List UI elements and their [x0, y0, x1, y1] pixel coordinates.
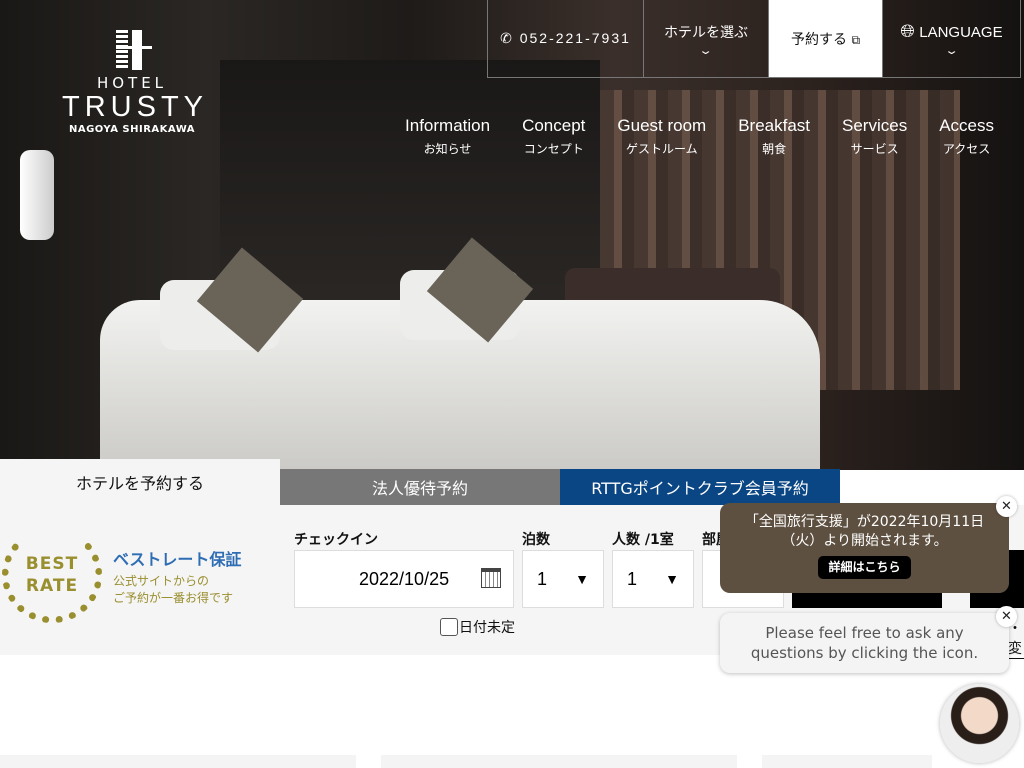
tab-member-booking[interactable]: RTTGポイントクラブ会員予約: [560, 469, 840, 505]
checkin-value: 2022/10/25: [359, 568, 450, 589]
top-bar: ✆ 052-221-7931 ホテルを選ぶ ⌄ 予約する ⧉ 🌐︎ LANGUAG…: [487, 0, 1021, 78]
tab-hotel-booking[interactable]: ホテルを予約する: [0, 459, 280, 505]
nav-information[interactable]: Information お知らせ: [405, 116, 490, 157]
hotel-logo[interactable]: HOTEL TRUSTY NAGOYA SHIRAKAWA: [62, 30, 208, 135]
nav-label: Services: [842, 116, 908, 135]
checkin-input[interactable]: 2022/10/25: [294, 550, 514, 608]
nights-label: 泊数: [522, 532, 550, 548]
nav-access[interactable]: Access アクセス: [939, 116, 994, 157]
chat-prompt: Please feel free to ask any questions by…: [720, 613, 1009, 673]
content-card: [381, 755, 737, 768]
hotel-select-label: ホテルを選ぶ: [664, 24, 748, 41]
nav-guest-room[interactable]: Guest room ゲストルーム: [617, 116, 706, 157]
content-card: [0, 755, 356, 768]
nav-label: Breakfast: [738, 116, 811, 135]
chat-avatar-button[interactable]: [940, 684, 1019, 763]
nav-label: Access: [939, 116, 994, 135]
travel-support-notice: 「全国旅行支援」が2022年10月11日 （火）より開始されます。 詳細はこちら: [720, 503, 1009, 593]
guests-label: 人数 /1室: [612, 532, 674, 548]
nav-sublabel: サービス: [850, 142, 899, 156]
best-rate-subtitle: 公式サイトからの ご予約が一番お得です: [113, 574, 234, 605]
tab-corporate-booking[interactable]: 法人優待予約: [280, 469, 560, 505]
chat-prompt-text: Please feel free to ask any: [765, 624, 964, 642]
external-link-icon: ⧉: [851, 32, 861, 47]
logo-mark-icon: [112, 30, 152, 70]
notice-details-button[interactable]: 詳細はこちら: [818, 556, 911, 579]
nav-sublabel: アクセス: [942, 142, 991, 156]
wall-lamp: [20, 150, 54, 240]
close-icon[interactable]: ✕: [996, 606, 1017, 627]
reserve-button[interactable]: 予約する ⧉: [769, 0, 883, 77]
reserve-label: 予約する: [790, 31, 847, 48]
language-button[interactable]: 🌐︎ LANGUAGE ⌄: [883, 0, 1020, 77]
nav-label: Concept: [522, 116, 586, 135]
close-icon[interactable]: ✕: [996, 496, 1017, 517]
main-nav: Information お知らせ Concept コンセプト Guest room ゲ…: [405, 116, 994, 157]
nights-select[interactable]: 1 ▼: [522, 550, 604, 608]
globe-icon: 🌐︎: [900, 21, 915, 42]
phone-link[interactable]: ✆ 052-221-7931: [488, 0, 644, 77]
checkbox-icon[interactable]: [440, 618, 458, 636]
guests-value: 1: [627, 568, 638, 589]
checkin-label: チェックイン: [294, 532, 378, 548]
phone-icon: ✆: [500, 30, 514, 46]
notice-text: （火）より開始されます。: [781, 533, 948, 549]
nav-concept[interactable]: Concept コンセプト: [522, 116, 585, 157]
nav-sublabel: コンセプト: [523, 142, 584, 156]
nav-sublabel: ゲストルーム: [625, 142, 698, 156]
date-undecided-checkbox[interactable]: 日付未定: [440, 617, 515, 637]
logo-hotel: HOTEL: [96, 74, 168, 92]
best-rate-title: ベストレート保証: [113, 550, 242, 569]
guests-select[interactable]: 1 ▼: [612, 550, 694, 608]
nav-label: Guest room: [617, 116, 707, 135]
chevron-down-icon: ⌄: [944, 44, 959, 57]
chevron-down-icon: ⌄: [698, 43, 714, 57]
language-label: LANGUAGE: [919, 24, 1003, 41]
logo-location: NAGOYA SHIRAKAWA: [68, 124, 196, 135]
notice-text: 「全国旅行支援」が2022年10月11日: [744, 514, 985, 530]
nav-sublabel: お知らせ: [423, 142, 472, 156]
nav-services[interactable]: Services サービス: [842, 116, 907, 157]
hotel-select-button[interactable]: ホテルを選ぶ ⌄: [644, 0, 769, 77]
best-rate-badge-icon: BEST RATE: [2, 527, 102, 623]
content-card: [762, 755, 932, 768]
dropdown-arrow-icon: ▼: [575, 571, 589, 587]
nights-value: 1: [537, 568, 548, 589]
chat-prompt-text: questions by clicking the icon.: [750, 644, 979, 662]
date-undecided-label: 日付未定: [459, 620, 515, 636]
phone-number: 052-221-7931: [519, 30, 631, 46]
best-rate-banner: BEST RATE ベストレート保証 公式サイトからの ご予約が一番お得です: [0, 525, 250, 625]
calendar-icon[interactable]: [481, 568, 501, 588]
nav-sublabel: 朝食: [762, 142, 787, 156]
nav-label: Information: [405, 116, 491, 135]
nav-breakfast[interactable]: Breakfast 朝食: [738, 116, 810, 157]
dropdown-arrow-icon: ▼: [665, 571, 679, 587]
logo-name: TRUSTY: [62, 91, 208, 123]
